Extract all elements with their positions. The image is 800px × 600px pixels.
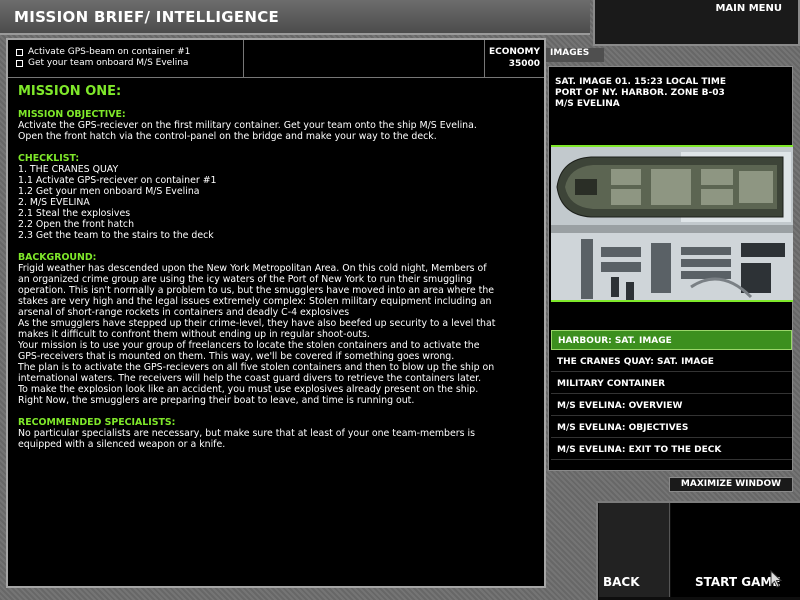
image-item-cranes-quay[interactable]: THE CRANES QUAY: SAT. IMAGE [551,352,792,372]
brief-line: Activate the GPS-reciever on the first m… [18,120,477,131]
harbor-satellite-graphic [551,147,793,300]
checklist-item: 1.2 Get your men onboard M/S Evelina [18,186,200,197]
objective-item: Get your team onboard M/S Evelina [16,58,188,68]
objective-checkbox[interactable] [16,48,23,56]
checklist-item: 1. THE CRANES QUAY [18,164,119,175]
checklist-item: 2. M/S EVELINA [18,197,90,208]
maximize-window-button[interactable]: MAXIMIZE WINDOW [669,477,793,492]
image-item-evelina-objectives[interactable]: M/S EVELINA: OBJECTIVES [551,418,792,438]
main-menu-button[interactable]: MAIN MENU [715,3,782,14]
brief-line: To make the explosion look like an accid… [18,384,479,395]
back-label: BACK [603,575,640,589]
page-title: MISSION BRIEF/ INTELLIGENCE [14,8,280,26]
brief-line: an organized crime group are using the i… [18,274,473,285]
images-tab[interactable]: IMAGES [546,48,604,62]
objective-heading: MISSION OBJECTIVE: [18,109,126,120]
checklist-item: 2.2 Open the front hatch [18,219,135,230]
main-menu-panel: MAIN MENU [593,0,800,46]
briefing-panel: Activate GPS-beam on container #1 Get yo… [6,38,546,588]
checklist-item: 2.3 Get the team to the stairs to the de… [18,230,214,241]
image-item-military-container[interactable]: MILITARY CONTAINER [551,374,792,394]
caption-line: SAT. IMAGE 01. 15:23 LOCAL TIME [555,77,726,87]
image-list: HARBOUR: SAT. IMAGE THE CRANES QUAY: SAT… [551,330,792,462]
specialists-heading: RECOMMENDED SPECIALISTS: [18,417,176,428]
caption-line: M/S EVELINA [555,99,620,109]
objective-item: Activate GPS-beam on container #1 [16,47,190,57]
economy-label: ECONOMY [488,47,540,57]
checklist-item: 1.1 Activate GPS-reciever on container #… [18,175,217,186]
brief-line: Frigid weather has descended upon the Ne… [18,263,487,274]
objective-list: Activate GPS-beam on container #1 Get yo… [8,40,244,78]
brief-line: equipped with a silenced weapon or a kni… [18,439,226,450]
brief-line: stakes are very high and the legal issue… [18,296,492,307]
image-item-evelina-overview[interactable]: M/S EVELINA: OVERVIEW [551,396,792,416]
title-bar: MISSION BRIEF/ INTELLIGENCE [0,0,590,35]
brief-line: international waters. The receivers will… [18,373,482,384]
economy-value: 35000 [508,59,540,69]
image-item-evelina-exit[interactable]: M/S EVELINA: EXIT TO THE DECK [551,440,792,460]
economy-box: ECONOMY 35000 [484,40,544,78]
brief-line: GPS-receivers that is mounted on them. T… [18,351,455,362]
checklist-heading: CHECKLIST: [18,153,80,164]
checklist-item: 2.1 Steal the explosives [18,208,131,219]
images-panel: SAT. IMAGE 01. 15:23 LOCAL TIME PORT OF … [548,66,793,471]
brief-line: No particular specialists are necessary,… [18,428,475,439]
objective-text: Get your team onboard M/S Evelina [28,58,189,68]
caption-line: PORT OF NY. HARBOR. ZONE B-03 [555,88,725,98]
brief-line: Right Now, the smugglers are preparing t… [18,395,415,406]
image-item-harbour[interactable]: HARBOUR: SAT. IMAGE [551,330,792,350]
mission-title: MISSION ONE: [18,84,122,99]
brief-line: makes it difficult to confront them with… [18,329,370,340]
start-game-label: START GAME [695,575,781,589]
image-caption: SAT. IMAGE 01. 15:23 LOCAL TIME PORT OF … [555,77,726,110]
objective-text: Activate GPS-beam on container #1 [28,47,191,57]
brief-line: Your mission is to use your group of fre… [18,340,480,351]
back-button[interactable]: BACK [599,503,670,597]
brief-line: arsenal of short-range rockets in contai… [18,307,350,318]
objective-checkbox[interactable] [16,59,23,67]
mission-brief-text: MISSION ONE: MISSION OBJECTIVE: Activate… [18,84,540,450]
mouse-cursor-icon [770,570,783,588]
objective-spacer [244,40,484,78]
background-heading: BACKGROUND: [18,252,97,263]
brief-line: The plan is to activate the GPS-reciever… [18,362,495,373]
satellite-image [551,145,793,302]
brief-line: operation. This isn't normally a problem… [18,285,495,296]
brief-line: As the smugglers have stepped up their c… [18,318,496,329]
brief-line: Open the front hatch via the control-pan… [18,131,437,142]
